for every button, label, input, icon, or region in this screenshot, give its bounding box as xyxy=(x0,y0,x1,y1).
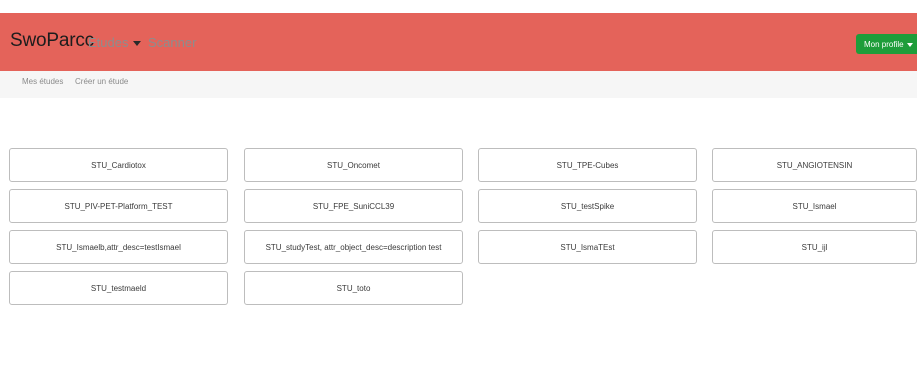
sub-navbar: Mes études Créer un étude xyxy=(0,71,917,98)
study-button[interactable]: STU_studyTest, attr_object_desc=descript… xyxy=(244,230,463,264)
caret-down-icon xyxy=(133,40,142,46)
mes-etudes-link[interactable]: Mes études xyxy=(22,77,63,86)
study-button[interactable]: STU_ANGIOTENSIN xyxy=(712,148,917,182)
study-button[interactable]: STU_Ismaelb,attr_desc=testIsmael xyxy=(9,230,228,264)
study-button[interactable]: STU_testSpike xyxy=(478,189,697,223)
study-button[interactable]: STU_PIV-PET-Platform_TEST xyxy=(9,189,228,223)
study-button[interactable]: STU_Ismael xyxy=(712,189,917,223)
profile-label: Mon profile xyxy=(864,39,904,49)
etudes-label: Etudes xyxy=(88,35,129,50)
study-button[interactable]: STU_Cardiotox xyxy=(9,148,228,182)
study-button[interactable]: STU_FPE_SuniCCL39 xyxy=(244,189,463,223)
study-button[interactable]: STU_testmaeld xyxy=(9,271,228,305)
caret-down-icon xyxy=(906,42,913,47)
etudes-dropdown[interactable]: Etudes xyxy=(88,35,142,50)
brand-logo[interactable]: SwoParcc xyxy=(10,30,94,52)
top-navbar: SwoParcc Etudes Scanner Mon profile xyxy=(0,13,917,71)
study-button[interactable]: STU_TPE-Cubes xyxy=(478,148,697,182)
study-button[interactable]: STU_toto xyxy=(244,271,463,305)
profile-dropdown-button[interactable]: Mon profile xyxy=(856,34,917,54)
study-button[interactable]: STU_ijl xyxy=(712,230,917,264)
scanner-link[interactable]: Scanner xyxy=(148,35,196,50)
study-button[interactable]: STU_Oncomet xyxy=(244,148,463,182)
creer-etude-link[interactable]: Créer un étude xyxy=(75,77,128,86)
study-button[interactable]: STU_IsmaTEst xyxy=(478,230,697,264)
